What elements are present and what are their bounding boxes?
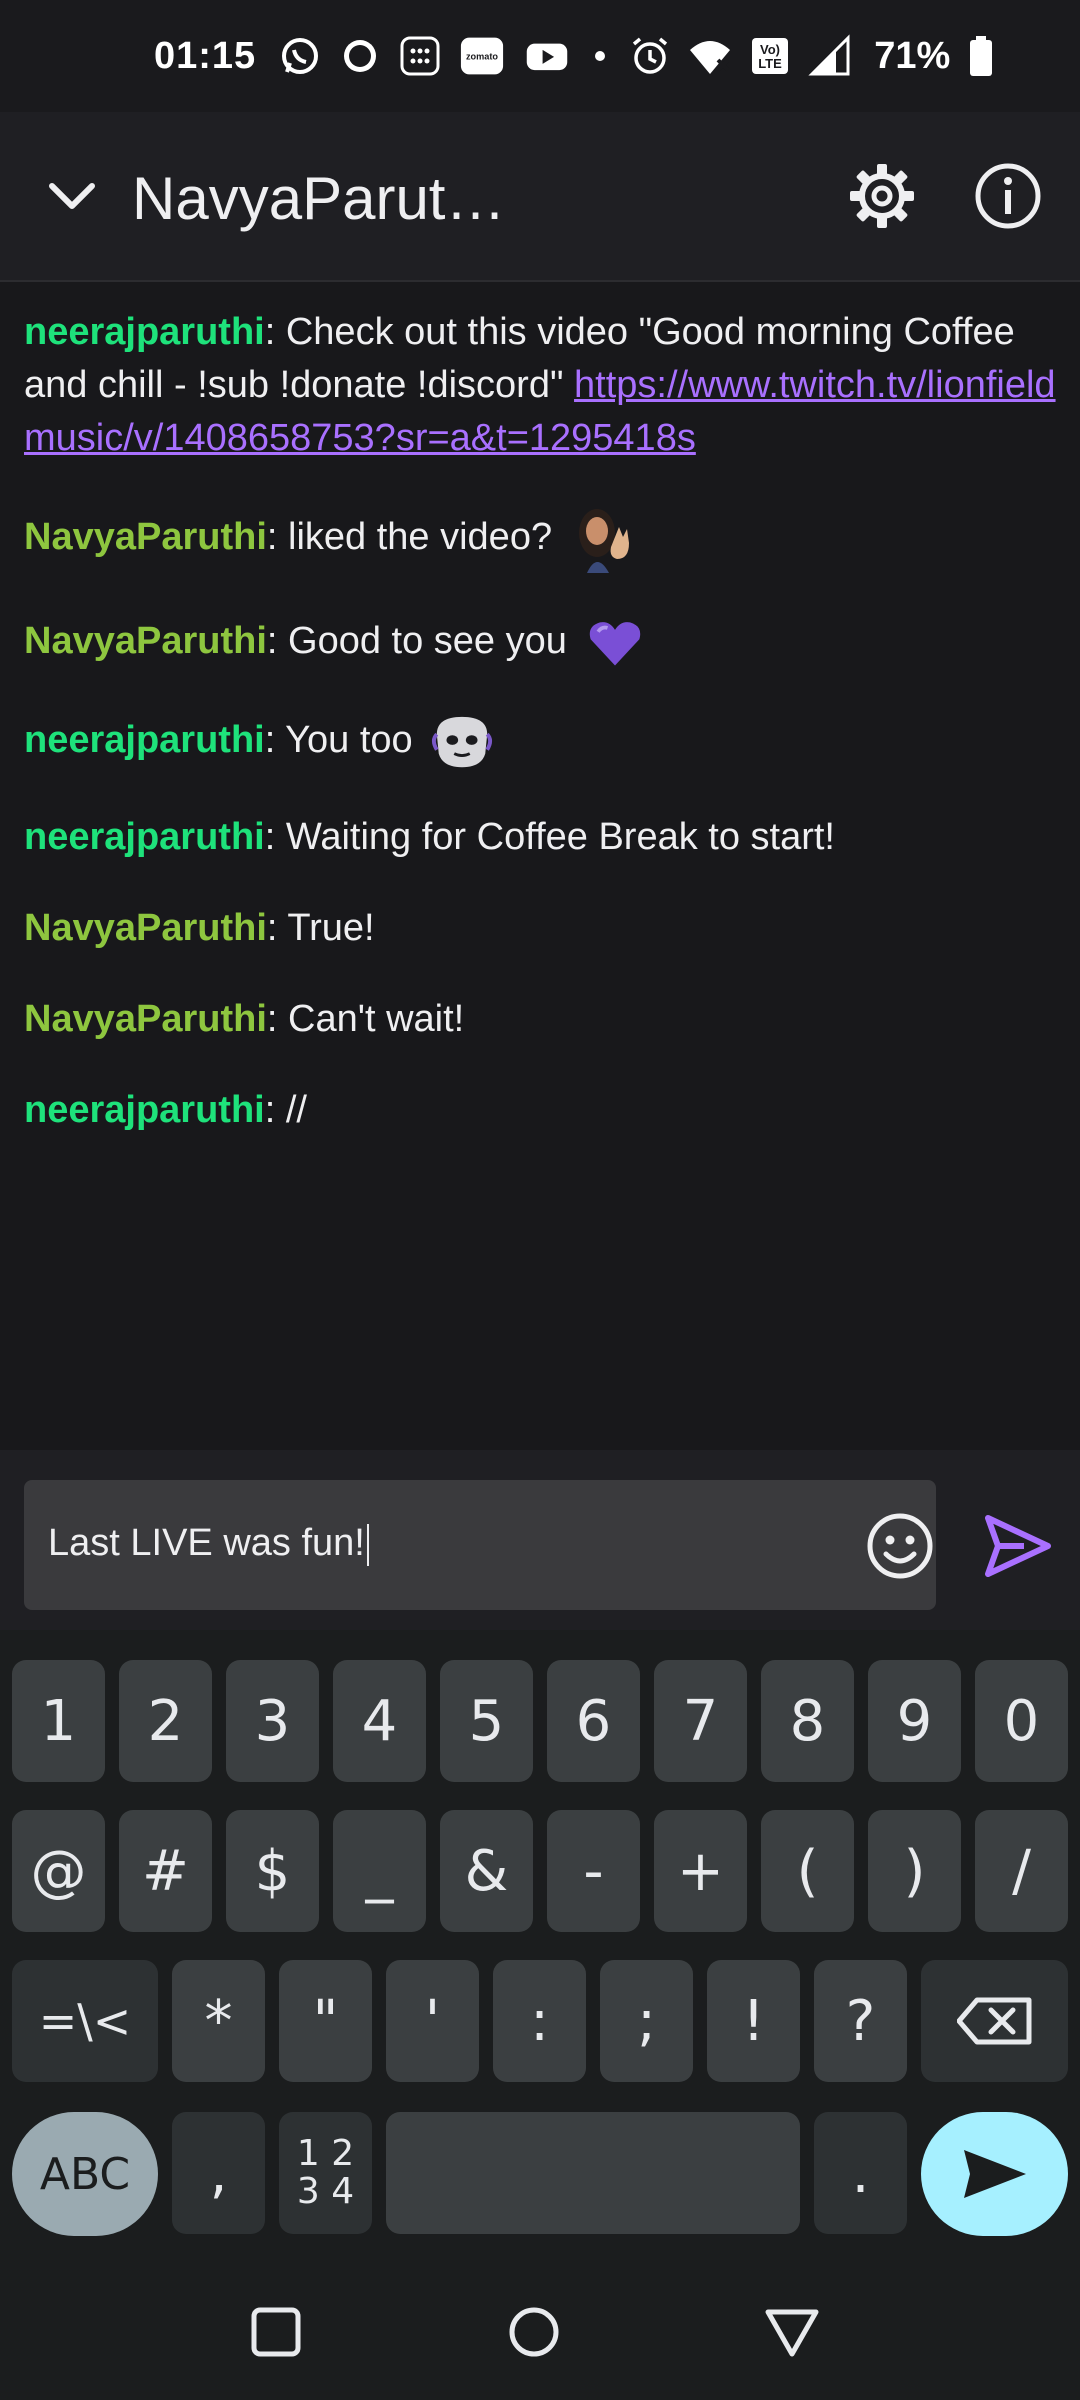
key-single-quote[interactable]: ' (386, 1960, 479, 2082)
key-8[interactable]: 8 (761, 1660, 854, 1782)
message-text: Waiting for Coffee Break to start! (285, 816, 835, 858)
key-slash[interactable]: / (975, 1810, 1068, 1932)
message-username[interactable]: neerajparuthi (24, 719, 265, 761)
message-text: True! (287, 907, 375, 949)
home-icon[interactable] (502, 2300, 566, 2364)
key-1[interactable]: 1 (12, 1660, 105, 1782)
back-icon[interactable] (760, 2300, 824, 2364)
info-icon[interactable] (968, 156, 1048, 236)
abc-key[interactable]: ABC (12, 2112, 158, 2236)
chat-input-value[interactable]: Last LIVE was fun! (48, 1522, 369, 1566)
chat-message: NavyaParuthi: Good to see you (24, 613, 1056, 673)
key-9[interactable]: 9 (868, 1660, 961, 1782)
zomato-label: zomato (466, 52, 498, 62)
key-more-symbols[interactable]: =\< (12, 1960, 158, 2082)
text-cursor (366, 1523, 369, 1566)
signal-icon (808, 34, 852, 78)
key-0[interactable]: 0 (975, 1660, 1068, 1782)
key-2[interactable]: 2 (119, 1660, 212, 1782)
message-username[interactable]: neerajparuthi (24, 816, 265, 858)
channel-title: NavyaParut… (132, 165, 506, 232)
message-username[interactable]: NavyaParuthi (24, 516, 267, 558)
key-open-paren[interactable]: ( (761, 1810, 854, 1932)
chat-message: neerajparuthi: // (24, 1089, 307, 1131)
key-7[interactable]: 7 (654, 1660, 747, 1782)
message-text: liked the video? (288, 516, 553, 559)
waving-woman-emote (578, 509, 629, 573)
key-3[interactable]: 3 (226, 1660, 319, 1782)
calculator-icon (398, 34, 442, 78)
battery-icon (966, 34, 996, 78)
key-at[interactable]: @ (12, 1810, 105, 1932)
status-icons: zomato Vo) LTE 71% (278, 34, 996, 78)
key-period[interactable]: . (814, 2112, 907, 2234)
message-text: You too (285, 719, 413, 762)
status-time: 01:15 (154, 34, 257, 77)
message-username[interactable]: neerajparuthi (24, 311, 265, 353)
battery-percent: 71% (874, 34, 951, 77)
key-hash[interactable]: # (119, 1810, 212, 1932)
key-colon[interactable]: : (493, 1960, 586, 2082)
chat-message: neerajparuthi: Check out this video "Goo… (24, 311, 1056, 459)
on-screen-keyboard: 1 2 3 4 5 6 7 8 9 0 @ # $ _ & - + ( ) / … (0, 1630, 1080, 2270)
numpad-key[interactable]: 1 23 4 (279, 2112, 372, 2234)
key-minus[interactable]: - (547, 1810, 640, 1932)
whatsapp-icon (278, 34, 322, 78)
dot-icon (588, 34, 612, 78)
svg-text:Vo): Vo) (760, 42, 780, 57)
key-exclamation[interactable]: ! (707, 1960, 800, 2082)
key-underscore[interactable]: _ (333, 1810, 426, 1932)
zomato-icon: zomato (458, 34, 506, 78)
emoji-icon[interactable] (864, 1510, 936, 1582)
key-question[interactable]: ? (814, 1960, 907, 2082)
chat-message: neerajparuthi: You too (24, 711, 1056, 773)
purple-heart-emote (590, 622, 641, 666)
enter-key[interactable] (921, 2112, 1068, 2236)
key-6[interactable]: 6 (547, 1660, 640, 1782)
chat-composer: Last LIVE was fun! (0, 1450, 1080, 1630)
chat-message: NavyaParuthi: Can't wait! (24, 998, 465, 1040)
wifi-icon (688, 34, 732, 78)
send-arrow-icon (963, 2150, 1026, 2198)
chat-message: NavyaParuthi: liked the video? (24, 503, 1056, 575)
recent-apps-icon[interactable] (244, 2300, 308, 2364)
volte-icon: Vo) LTE (748, 34, 792, 78)
message-username[interactable]: neerajparuthi (24, 1089, 265, 1131)
robot-face-emote (432, 716, 493, 768)
youtube-icon (522, 34, 572, 78)
message-text: Can't wait! (288, 998, 465, 1040)
message-text: // (285, 1089, 307, 1131)
space-key[interactable] (386, 2112, 800, 2234)
svg-text:LTE: LTE (758, 56, 782, 71)
key-asterisk[interactable]: * (172, 1960, 265, 2082)
key-plus[interactable]: + (654, 1810, 747, 1932)
key-dollar[interactable]: $ (226, 1810, 319, 1932)
zee5-icon (338, 34, 382, 78)
gear-icon[interactable] (842, 156, 922, 236)
message-username[interactable]: NavyaParuthi (24, 907, 267, 949)
key-semicolon[interactable]: ; (600, 1960, 693, 2082)
alarm-icon (628, 34, 672, 78)
key-ampersand[interactable]: & (440, 1810, 533, 1932)
key-comma[interactable]: , (172, 2112, 265, 2234)
chat-message: NavyaParuthi: True! (24, 907, 375, 949)
chat-message: neerajparuthi: Waiting for Coffee Break … (24, 816, 835, 858)
backspace-icon (956, 1997, 1031, 2045)
chat-messages[interactable]: neerajparuthi: Check out this video "Goo… (0, 284, 1080, 1450)
send-icon[interactable] (980, 1508, 1056, 1584)
message-username[interactable]: NavyaParuthi (24, 998, 267, 1040)
key-double-quote[interactable]: " (279, 1960, 372, 2082)
key-close-paren[interactable]: ) (868, 1810, 961, 1932)
chat-input[interactable]: Last LIVE was fun! (24, 1480, 936, 1610)
key-5[interactable]: 5 (440, 1660, 533, 1782)
backspace-key[interactable] (921, 1960, 1068, 2082)
status-bar: 01:15 zomato Vo) LTE 71% (0, 0, 1080, 112)
chevron-down-icon[interactable] (40, 164, 104, 228)
navigation-bar (0, 2270, 1080, 2400)
message-username[interactable]: NavyaParuthi (24, 620, 267, 662)
message-text: Good to see you (288, 620, 567, 663)
chat-header: NavyaParut… (0, 112, 1080, 282)
key-4[interactable]: 4 (333, 1660, 426, 1782)
